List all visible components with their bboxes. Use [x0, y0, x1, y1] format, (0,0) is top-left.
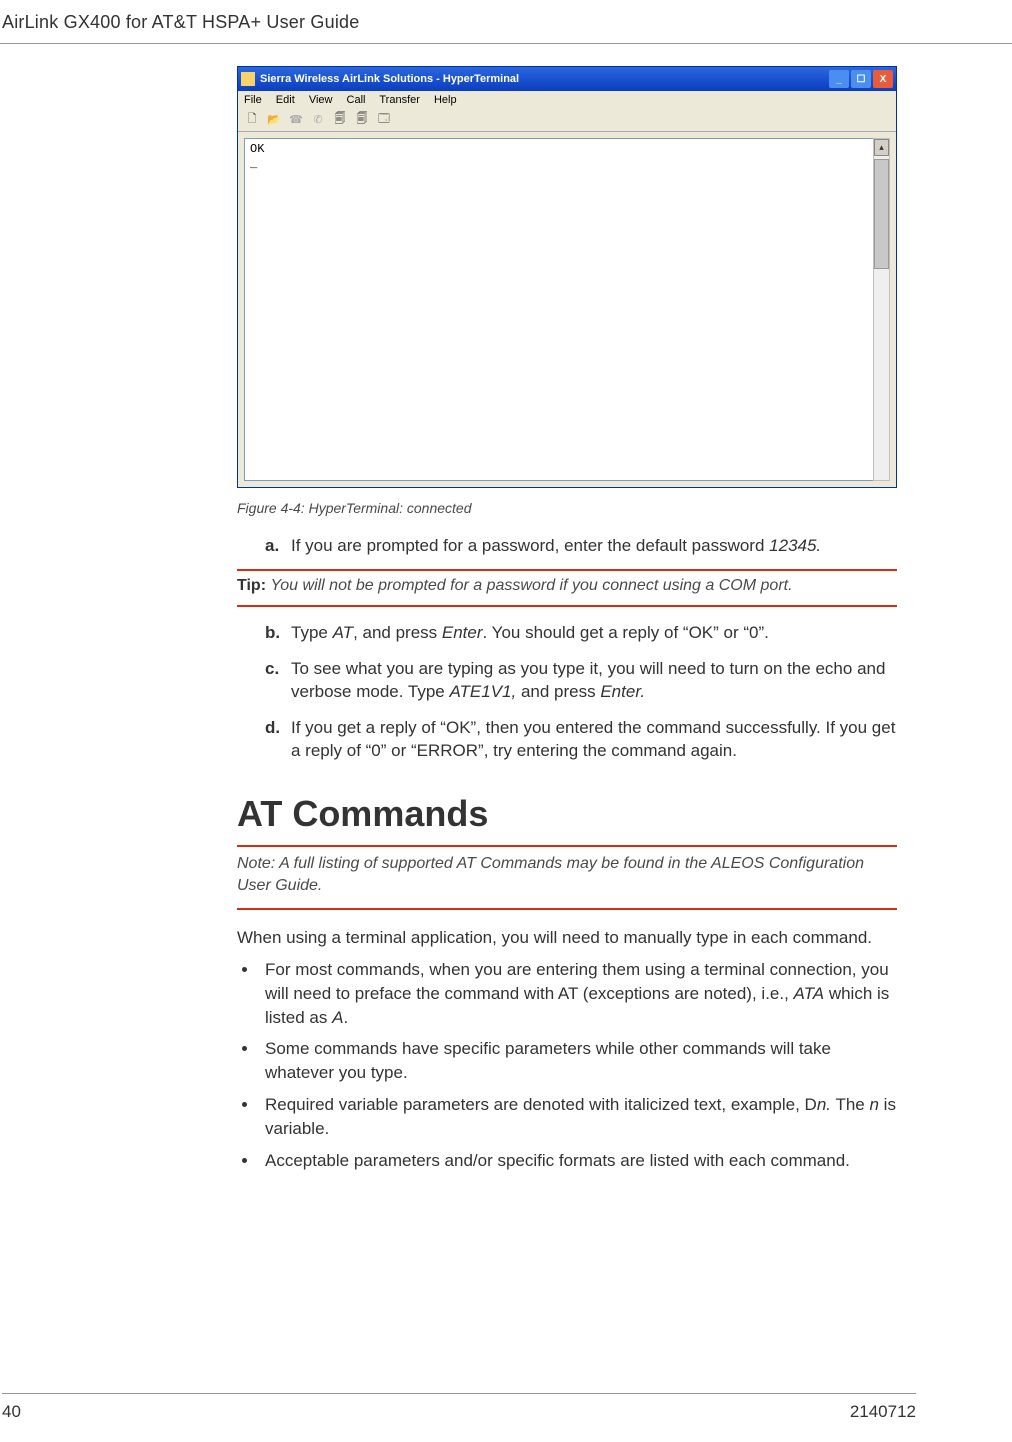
disconnect-icon[interactable]: ✆ [309, 111, 327, 127]
step-d: d. If you get a reply of “OK”, then you … [265, 716, 897, 763]
menu-transfer[interactable]: Transfer [379, 94, 420, 106]
scroll-up-icon[interactable]: ▴ [874, 139, 889, 156]
step-c: c. To see what you are typing as you typ… [265, 657, 897, 704]
menu-bar: File Edit View Call Transfer Help [238, 91, 896, 109]
note-block: Note: A full listing of supported AT Com… [237, 853, 897, 898]
terminal-area: OK _ ▴ [238, 132, 896, 487]
page-number: 40 [2, 1402, 21, 1422]
step-text: To see what you are typing as you type i… [291, 657, 897, 704]
scroll-thumb[interactable] [874, 159, 889, 269]
window-buttons: _ ☐ X [829, 70, 893, 88]
note-divider-top [237, 845, 897, 847]
open-icon[interactable]: 📂 [265, 111, 283, 127]
properties-icon[interactable]: 🗔 [375, 111, 393, 127]
step-a: a. If you are prompted for a password, e… [265, 534, 897, 557]
menu-view[interactable]: View [309, 94, 333, 106]
tip-label: Tip: [237, 577, 270, 594]
step-label: b. [265, 621, 291, 644]
close-button[interactable]: X [873, 70, 893, 88]
page-content: Sierra Wireless AirLink Solutions - Hype… [0, 66, 1012, 1172]
new-icon[interactable]: 🗋 [243, 111, 261, 127]
window-titlebar: Sierra Wireless AirLink Solutions - Hype… [238, 67, 896, 91]
bullet-list: For most commands, when you are entering… [237, 958, 897, 1172]
list-item: For most commands, when you are entering… [259, 958, 897, 1029]
document-title: AirLink GX400 for AT&T HSPA+ User Guide [2, 12, 1012, 33]
menu-call[interactable]: Call [347, 94, 366, 106]
receive-icon[interactable]: 🗐 [353, 111, 371, 127]
document-id: 2140712 [850, 1402, 916, 1422]
step-label: c. [265, 657, 291, 704]
menu-help[interactable]: Help [434, 94, 457, 106]
toolbar: 🗋 📂 ☎ ✆ 🗐 🗐 🗔 [238, 109, 896, 132]
note-divider-bottom [237, 908, 897, 910]
step-label: d. [265, 716, 291, 763]
app-icon [241, 72, 255, 86]
section-heading: AT Commands [237, 793, 897, 835]
send-icon[interactable]: 🗐 [331, 111, 349, 127]
hyperterminal-window: Sierra Wireless AirLink Solutions - Hype… [237, 66, 897, 488]
tip-text: You will not be prompted for a password … [270, 577, 792, 594]
page-footer: 40 2140712 [0, 1393, 1012, 1422]
tip-divider-bottom [237, 605, 897, 607]
scrollbar[interactable]: ▴ [873, 138, 890, 481]
minimize-button[interactable]: _ [829, 70, 849, 88]
step-text: If you are prompted for a password, ente… [291, 534, 897, 557]
window-title: Sierra Wireless AirLink Solutions - Hype… [260, 73, 519, 85]
note-text: A full listing of supported AT Commands … [237, 855, 864, 895]
page-header: AirLink GX400 for AT&T HSPA+ User Guide [0, 0, 1012, 39]
connect-icon[interactable]: ☎ [287, 111, 305, 127]
list-item: Acceptable parameters and/or specific fo… [259, 1149, 897, 1173]
body-paragraph: When using a terminal application, you w… [237, 926, 897, 950]
note-label: Note: [237, 855, 279, 872]
step-b: b. Type AT, and press Enter. You should … [265, 621, 897, 644]
list-item: Required variable parameters are denoted… [259, 1093, 897, 1141]
menu-edit[interactable]: Edit [276, 94, 295, 106]
tip-divider-top [237, 569, 897, 571]
list-item: Some commands have specific parameters w… [259, 1037, 897, 1085]
figure-caption: Figure 4-4: HyperTerminal: connected [237, 500, 897, 516]
step-label: a. [265, 534, 291, 557]
step-text: Type AT, and press Enter. You should get… [291, 621, 897, 644]
terminal-output[interactable]: OK _ [244, 138, 874, 481]
menu-file[interactable]: File [244, 94, 262, 106]
tip-block: Tip: You will not be prompted for a pass… [237, 577, 897, 595]
step-text: If you get a reply of “OK”, then you ent… [291, 716, 897, 763]
footer-divider [2, 1393, 916, 1394]
header-divider [0, 43, 1012, 44]
maximize-button[interactable]: ☐ [851, 70, 871, 88]
